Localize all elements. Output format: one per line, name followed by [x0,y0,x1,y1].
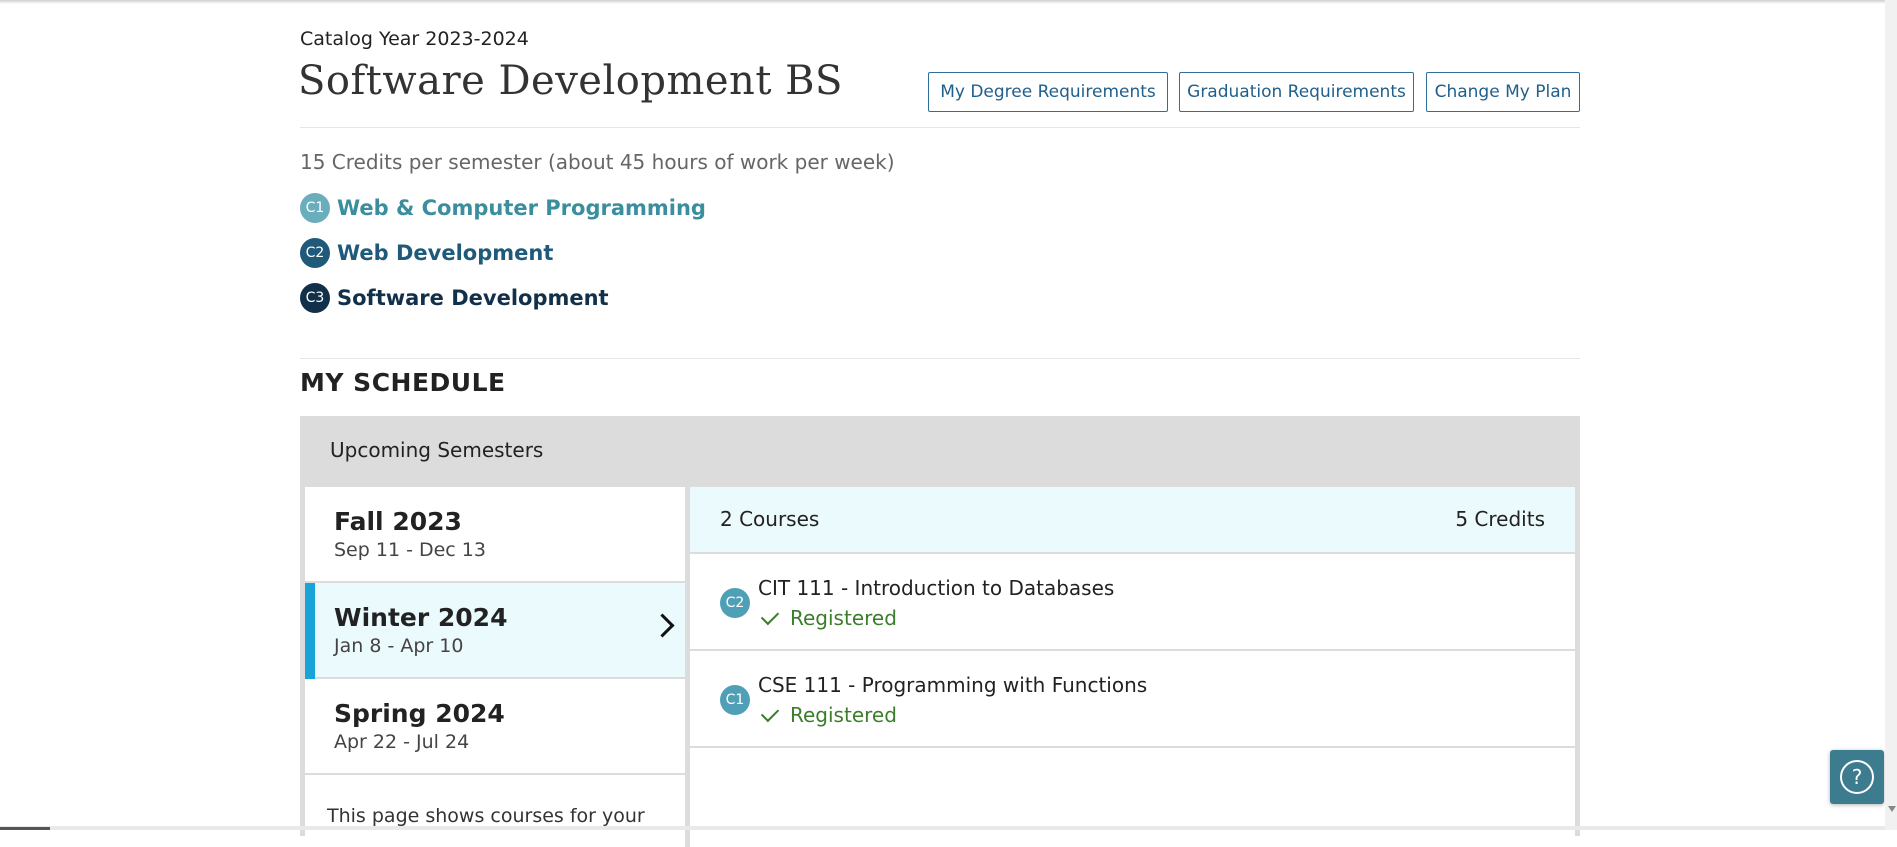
top-edge [0,0,1897,4]
help-icon: ? [1840,760,1874,794]
status-text: Registered [790,606,897,630]
term-name: Fall 2023 [334,507,462,536]
check-icon [760,703,780,723]
certificate-c2[interactable]: C2 Web Development [300,238,553,268]
course-name: CSE 111 - Programming with Functions [758,673,1148,697]
term-list: Fall 2023 Sep 11 - Dec 13 Winter 2024 Ja… [305,487,685,847]
check-icon [760,606,780,626]
chevron-right-icon [650,613,675,638]
courses-summary: 2 Courses 5 Credits [690,487,1575,554]
certificate-name[interactable]: Software Development [337,286,609,310]
c1-badge: C1 [300,193,330,223]
vertical-scrollbar[interactable] [1885,0,1897,830]
course-status: Registered [758,606,897,630]
term-name: Spring 2024 [334,699,505,728]
term-spring-2024[interactable]: Spring 2024 Apr 22 - Jul 24 [305,679,685,775]
course-cert-badge: C2 [720,588,750,618]
term-winter-2024[interactable]: Winter 2024 Jan 8 - Apr 10 [305,583,685,679]
term-dates: Sep 11 - Dec 13 [334,539,486,561]
certificate-name[interactable]: Web Development [337,241,553,265]
my-degree-requirements-button[interactable]: My Degree Requirements [928,72,1168,112]
course-count: 2 Courses [720,507,820,531]
section-divider [300,358,1580,359]
c3-badge: C3 [300,283,330,313]
graduation-requirements-button[interactable]: Graduation Requirements [1179,72,1414,112]
c2-badge: C2 [300,238,330,268]
term-dates: Jan 8 - Apr 10 [334,635,464,657]
term-dates: Apr 22 - Jul 24 [334,731,470,753]
upcoming-semesters-title: Upcoming Semesters [330,438,544,462]
terms-note: This page shows courses for your [327,805,645,827]
active-term-indicator [305,583,315,679]
course-item[interactable]: C2 CIT 111 - Introduction to Databases R… [690,554,1575,651]
status-text: Registered [790,703,897,727]
schedule-panel: Upcoming Semesters Fall 2023 Sep 11 - De… [300,416,1580,847]
course-item[interactable]: C1 CSE 111 - Programming with Functions … [690,651,1575,748]
horizontal-scrollbar[interactable] [0,826,1885,830]
term-name: Winter 2024 [334,603,508,632]
my-schedule-heading: MY SCHEDULE [300,368,506,397]
course-name: CIT 111 - Introduction to Databases [758,576,1115,600]
certificate-name[interactable]: Web & Computer Programming [337,196,706,220]
certificate-c1[interactable]: C1 Web & Computer Programming [300,193,706,223]
header-divider [300,127,1580,128]
credit-total: 5 Credits [1455,507,1545,531]
change-my-plan-button[interactable]: Change My Plan [1426,72,1580,112]
program-title: Software Development BS [298,58,843,104]
course-list: 2 Courses 5 Credits C2 CIT 111 - Introdu… [690,487,1575,847]
help-button[interactable]: ? [1830,750,1884,804]
course-cert-badge: C1 [720,685,750,715]
catalog-year: Catalog Year 2023-2024 [300,28,529,50]
term-fall-2023[interactable]: Fall 2023 Sep 11 - Dec 13 [305,487,685,583]
course-status: Registered [758,703,897,727]
scroll-down-arrow[interactable] [1888,806,1896,812]
credits-note: 15 Credits per semester (about 45 hours … [300,150,895,174]
certificate-c3[interactable]: C3 Software Development [300,283,609,313]
